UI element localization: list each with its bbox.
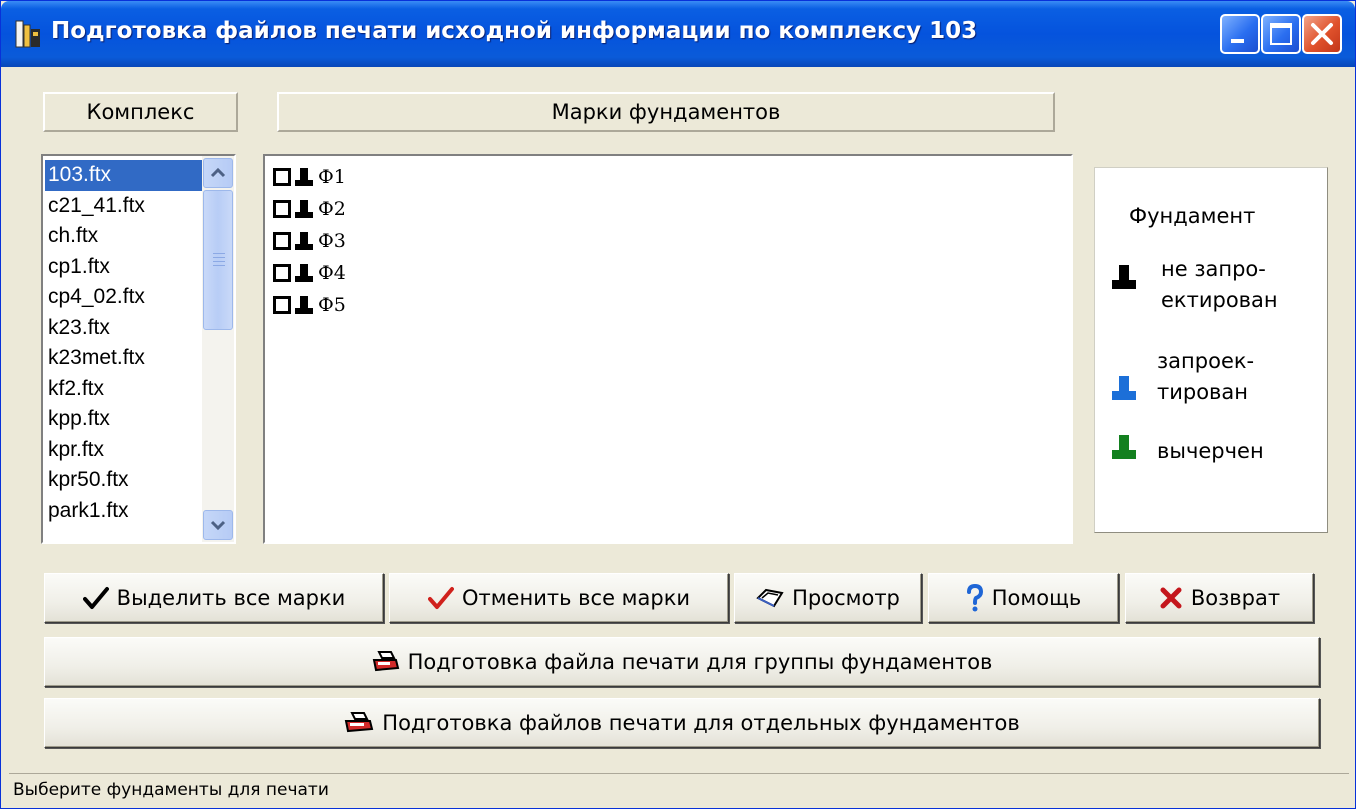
foundation-icon [295,232,313,250]
select-all-marks-label: Выделить все марки [116,586,346,610]
book-icon [756,588,784,608]
scroll-up-button[interactable] [203,158,233,188]
scroll-thumb[interactable] [203,190,233,330]
mark-label: Ф4 [318,262,346,284]
legend-title: Фундамент [1129,204,1256,228]
preview-button[interactable]: Просмотр [734,573,922,623]
list-item[interactable]: c21_41.ftx [45,191,205,222]
list-item[interactable]: ch.ftx [45,221,205,252]
foundation-marks-list[interactable]: Ф1 Ф2 Ф3 Ф4 Ф5 [263,154,1073,544]
mark-checkbox[interactable] [273,232,291,250]
file-list-scrollbar[interactable] [202,156,234,542]
red-checkmark-icon [427,587,454,609]
scroll-down-button[interactable] [203,510,233,540]
mark-row[interactable]: Ф3 [273,226,346,256]
legend-designed-line1: запроек- [1157,349,1255,373]
legend-not-designed-line2: ектирован [1161,288,1278,312]
mark-label: Ф2 [318,198,346,220]
scroll-grip [213,261,225,262]
foundation-icon [295,296,313,314]
chevron-up-icon [210,167,226,178]
print-group-button[interactable]: Подготовка файла печати для группы фунда… [44,637,1320,687]
print-separate-button[interactable]: Подготовка файлов печати для отдельных ф… [44,698,1320,748]
complex-file-list[interactable]: 103.ftx c21_41.ftx ch.ftx cp1.ftx cp4_02… [41,154,236,544]
mark-row[interactable]: Ф5 [273,290,346,320]
foundation-drawn-icon [1112,435,1136,459]
help-label: Помощь [991,586,1082,610]
app-icon [15,19,43,49]
foundation-designed-icon [1112,376,1136,400]
mark-checkbox[interactable] [273,168,291,186]
main-window: Подготовка файлов печати исходной информ… [0,0,1356,809]
list-item[interactable]: 103.ftx [45,160,205,191]
deselect-all-marks-button[interactable]: Отменить все марки [389,573,729,623]
list-item[interactable]: k23.ftx [45,313,205,344]
foundation-icon [295,264,313,282]
legend-not-designed-line1: не запро- [1161,257,1266,281]
preview-label: Просмотр [792,586,900,610]
legend-drawn-label: вычерчен [1157,439,1264,463]
window-title: Подготовка файлов печати исходной информ… [51,18,978,44]
list-item[interactable]: kpp.ftx [45,404,205,435]
status-text: Выберите фундаменты для печати [13,779,329,800]
close-icon [1311,23,1333,45]
foundation-legend: Фундамент не запро- ектирован запроек- т… [1094,167,1328,533]
mark-row[interactable]: Ф2 [273,194,346,224]
red-x-icon [1160,587,1182,609]
back-button[interactable]: Возврат [1125,573,1314,623]
file-list-items: 103.ftx c21_41.ftx ch.ftx cp1.ftx cp4_02… [45,160,205,526]
scroll-grip [213,257,225,258]
scroll-grip [213,265,225,266]
minimize-button[interactable] [1220,14,1260,54]
marks-header[interactable]: Марки фундаментов [277,92,1055,132]
deselect-all-marks-label: Отменить все марки [461,586,691,610]
printer-icon [345,712,374,733]
mark-label: Ф1 [318,166,346,188]
mark-label: Ф5 [318,294,346,316]
foundation-icon [295,200,313,218]
list-item[interactable]: k23met.ftx [45,343,205,374]
help-button[interactable]: Помощь [928,573,1119,623]
list-item[interactable]: cp4_02.ftx [45,282,205,313]
foundation-not-designed-icon [1112,265,1136,289]
print-group-label: Подготовка файла печати для группы фунда… [407,650,993,674]
minimize-icon [1231,39,1244,43]
mark-row[interactable]: Ф4 [273,258,346,288]
maximize-icon [1270,23,1292,45]
legend-designed-line2: тирован [1157,380,1249,404]
printer-icon [372,651,399,672]
mark-checkbox[interactable] [273,264,291,282]
list-item[interactable]: park1.ftx [45,496,205,527]
mark-label: Ф3 [318,230,346,252]
back-label: Возврат [1190,586,1281,610]
status-bar: Выберите фундаменты для печати [9,773,1349,805]
checkmark-icon [82,587,109,609]
maximize-button[interactable] [1261,14,1301,54]
close-button[interactable] [1302,14,1342,54]
question-mark-icon [966,584,983,612]
list-item[interactable]: kpr50.ftx [45,465,205,496]
list-item[interactable]: cp1.ftx [45,252,205,283]
complex-header[interactable]: Комплекс [43,92,238,132]
mark-checkbox[interactable] [273,296,291,314]
mark-checkbox[interactable] [273,200,291,218]
select-all-marks-button[interactable]: Выделить все марки [44,573,384,623]
print-separate-label: Подготовка файлов печати для отдельных ф… [382,711,1020,735]
scroll-grip [213,253,225,254]
foundation-icon [295,168,313,186]
list-item[interactable]: kpr.ftx [45,435,205,466]
list-item[interactable]: kf2.ftx [45,374,205,405]
title-bar[interactable]: Подготовка файлов печати исходной информ… [1,1,1355,67]
mark-row[interactable]: Ф1 [273,162,346,192]
chevron-down-icon [210,520,226,531]
